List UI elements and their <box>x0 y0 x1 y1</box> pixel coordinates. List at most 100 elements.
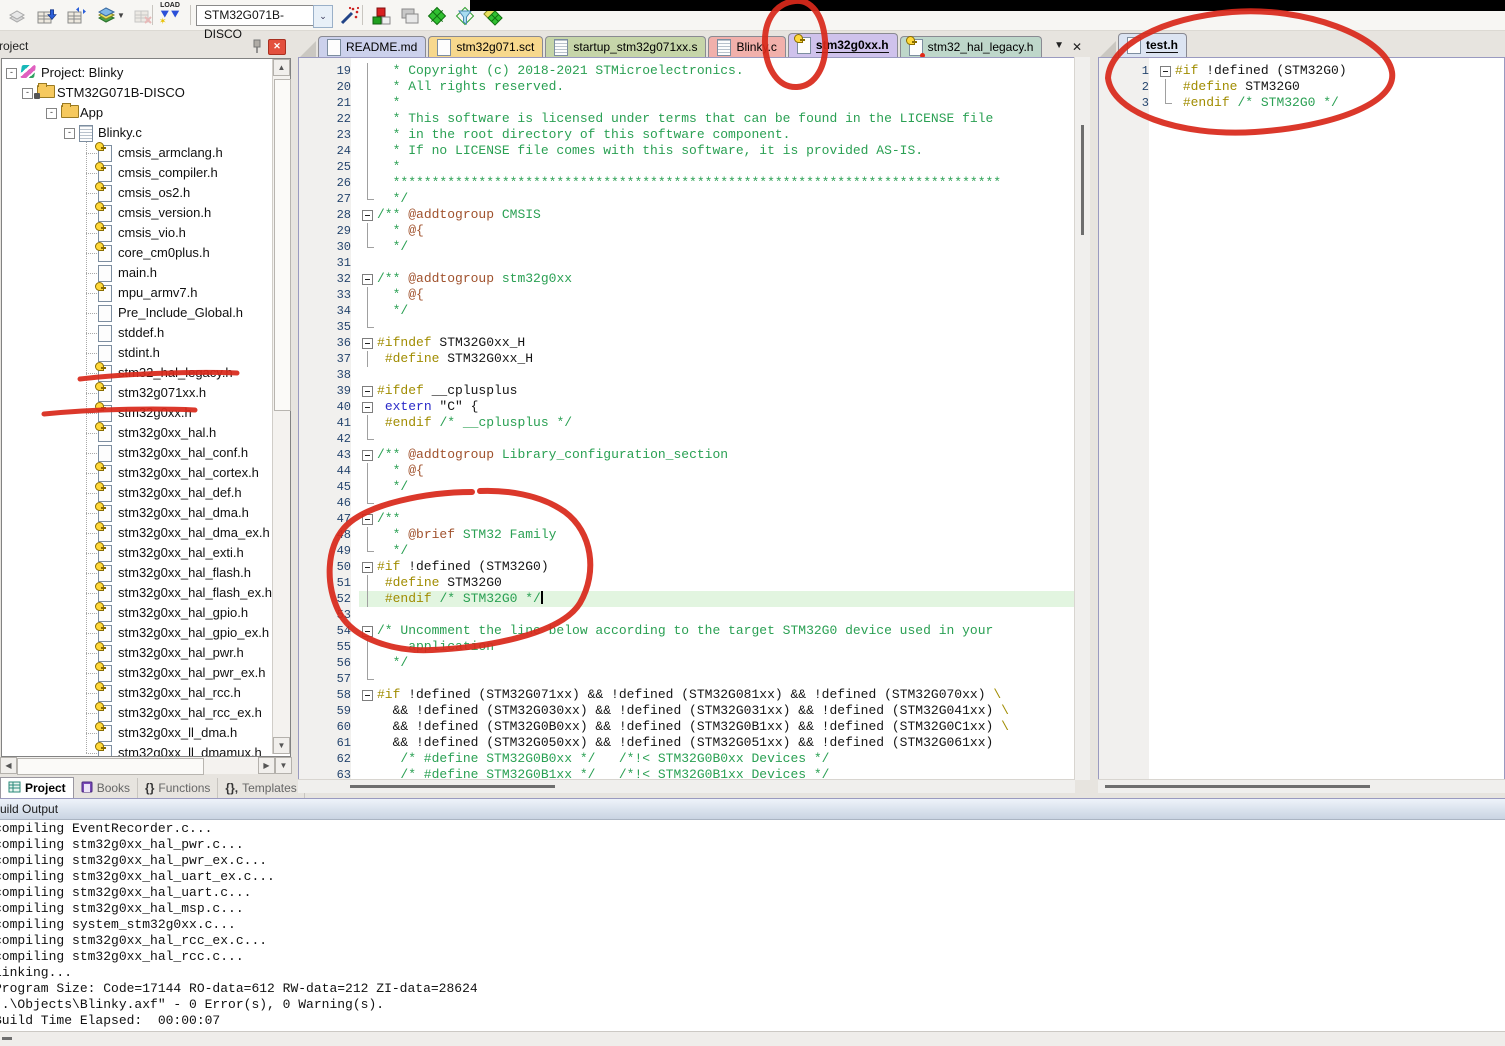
tab-readme-md[interactable]: README.md <box>318 36 426 57</box>
tree-item-stm32g0xx-hal-dma-h[interactable]: stm32g0xx_hal_dma.h <box>2 503 290 523</box>
target-select-drop-icon[interactable]: ⌄ <box>313 5 333 28</box>
tree-item-stm32g0xx-hal-dma-ex-h[interactable]: stm32g0xx_hal_dma_ex.h <box>2 523 290 543</box>
tree-item-app[interactable]: -App <box>2 103 290 123</box>
code-line[interactable]: 37 #define STM32G0xx_H <box>299 351 1074 367</box>
tree-item-stm32g0xx-hal-pwr-h[interactable]: stm32g0xx_hal_pwr.h <box>2 643 290 663</box>
code-line[interactable]: 46 <box>299 495 1074 511</box>
code-line[interactable]: 55 application <box>299 639 1074 655</box>
tree-item-blinky-c[interactable]: -Blinky.c <box>2 123 290 143</box>
code-line[interactable]: 54/* Uncomment the line below according … <box>299 623 1074 639</box>
build-icon[interactable] <box>34 3 60 28</box>
code-line[interactable]: 2 #define STM32G0 <box>1099 79 1504 95</box>
screen-layers-icon[interactable] <box>396 3 422 28</box>
fold-toggle-icon[interactable] <box>359 687 377 703</box>
fold-toggle-icon[interactable] <box>359 511 377 527</box>
tree-item-stm32g0xx-hal-rcc-ex-h[interactable]: stm32g0xx_hal_rcc_ex.h <box>2 703 290 723</box>
tree-item-cmsis-version-h[interactable]: cmsis_version.h <box>2 203 290 223</box>
fold-toggle-icon[interactable] <box>359 623 377 639</box>
code-line[interactable]: 30 */ <box>299 239 1074 255</box>
tree-item-stm32g071b-disco[interactable]: -STM32G071B-DISCO <box>2 83 290 103</box>
tree-item-stm32g0xx-hal-pwr-ex-h[interactable]: stm32g0xx_hal_pwr_ex.h <box>2 663 290 683</box>
tree-item-stm32g071xx-h[interactable]: stm32g071xx.h <box>2 383 290 403</box>
code-line[interactable]: 24 * If no LICENSE file comes with this … <box>299 143 1074 159</box>
tree-item-stm32g0xx-hal-flash-h[interactable]: stm32g0xx_hal_flash.h <box>2 563 290 583</box>
tab-blinky-c[interactable]: Blinky.c <box>708 36 785 57</box>
code-line[interactable]: 62 /* #define STM32G0B0xx */ /*!< STM32G… <box>299 751 1074 767</box>
tree-item-stm32g0xx-hal-h[interactable]: stm32g0xx_hal.h <box>2 423 290 443</box>
tree-item-cmsis-vio-h[interactable]: cmsis_vio.h <box>2 223 290 243</box>
tree-item-pre-include-global-h[interactable]: Pre_Include_Global.h <box>2 303 290 323</box>
editor-hscrollbar[interactable] <box>298 779 1075 793</box>
fold-toggle-icon[interactable] <box>359 383 377 399</box>
tab-stm32g071-sct[interactable]: stm32g071.sct <box>428 36 543 57</box>
code-line[interactable]: 20 * All rights reserved. <box>299 79 1074 95</box>
tree-item-stddef-h[interactable]: stddef.h <box>2 323 290 343</box>
code-line[interactable]: 44 * @{ <box>299 463 1074 479</box>
project-tree[interactable]: -Project: Blinky-STM32G071B-DISCO-App-Bl… <box>1 58 291 757</box>
tree-item-stm32g0xx-hal-cortex-h[interactable]: stm32g0xx_hal_cortex.h <box>2 463 290 483</box>
code-line[interactable]: 39#ifdef __cplusplus <box>299 383 1074 399</box>
options-wand-icon[interactable] <box>336 3 362 28</box>
code-line[interactable]: 26 *************************************… <box>299 175 1074 191</box>
tree-item-stdint-h[interactable]: stdint.h <box>2 343 290 363</box>
code-line[interactable]: 53 <box>299 607 1074 623</box>
code-line[interactable]: 42 <box>299 431 1074 447</box>
tree-item-cmsis-armclang-h[interactable]: cmsis_armclang.h <box>2 143 290 163</box>
tree-item-cmsis-compiler-h[interactable]: cmsis_compiler.h <box>2 163 290 183</box>
tree-item-stm32g0xx-hal-conf-h[interactable]: stm32g0xx_hal_conf.h <box>2 443 290 463</box>
tab-stm32-hal-legacy-h[interactable]: stm32_hal_legacy.h <box>900 36 1043 57</box>
tree-item-mpu-armv7-h[interactable]: mpu_armv7.h <box>2 283 290 303</box>
manage-components-icon[interactable] <box>368 3 394 28</box>
code-line[interactable]: 25 * <box>299 159 1074 175</box>
panel-tab-books[interactable]: Books <box>74 778 138 798</box>
tree-item-stm32g0xx-hal-rcc-h[interactable]: stm32g0xx_hal_rcc.h <box>2 683 290 703</box>
code-line[interactable]: 28/** @addtogroup CMSIS <box>299 207 1074 223</box>
editor-hscrollbar[interactable] <box>1098 779 1505 793</box>
code-editor[interactable]: 19 * Copyright (c) 2018-2021 STMicroelec… <box>298 57 1075 780</box>
tree-item-stm32g0xx-hal-exti-h[interactable]: stm32g0xx_hal_exti.h <box>2 543 290 563</box>
tree-item-stm32-hal-legacy-h[interactable]: stm32_hal_legacy.h <box>2 363 290 383</box>
build-output-hscrollbar[interactable] <box>0 1031 1505 1046</box>
code-line[interactable]: 49 */ <box>299 543 1074 559</box>
translate-icon[interactable] <box>4 3 30 28</box>
close-panel-button[interactable]: ✕ <box>268 39 286 55</box>
code-line[interactable]: 41 #endif /* __cplusplus */ <box>299 415 1074 431</box>
batch-build-caret-icon[interactable]: ▼ <box>116 3 126 28</box>
tree-collapse-icon[interactable]: - <box>46 108 57 119</box>
code-line[interactable]: 35 <box>299 319 1074 335</box>
tab-list-dropdown-icon[interactable]: ▼ <box>1054 40 1064 51</box>
code-line[interactable]: 31 <box>299 255 1074 271</box>
code-line[interactable]: 57 <box>299 671 1074 687</box>
tree-item-stm32g0xx-ll-dma-h[interactable]: stm32g0xx_ll_dma.h <box>2 723 290 743</box>
tree-item-cmsis-os2-h[interactable]: cmsis_os2.h <box>2 183 290 203</box>
panel-tab-project[interactable]: Project <box>0 777 74 798</box>
code-line[interactable]: 43/** @addtogroup Library_configuration_… <box>299 447 1074 463</box>
tree-item-stm32g0xx-hal-def-h[interactable]: stm32g0xx_hal_def.h <box>2 483 290 503</box>
code-line[interactable]: 22 * This software is licensed under ter… <box>299 111 1074 127</box>
tab-startup-stm32g071xx-s[interactable]: startup_stm32g071xx.s <box>545 36 706 57</box>
tree-item-main-h[interactable]: main.h <box>2 263 290 283</box>
code-line[interactable]: 29 * @{ <box>299 223 1074 239</box>
tab-test-h[interactable]: test.h <box>1118 33 1187 57</box>
fold-toggle-icon[interactable] <box>359 207 377 223</box>
code-editor[interactable]: 1#if !defined (STM32G0)2 #define STM32G0… <box>1098 57 1505 780</box>
pin-icon[interactable] <box>250 38 264 54</box>
code-line[interactable]: 58#if !defined (STM32G071xx) && !defined… <box>299 687 1074 703</box>
fold-toggle-icon[interactable] <box>359 559 377 575</box>
code-line[interactable]: 61 && !defined (STM32G050xx) && !defined… <box>299 735 1074 751</box>
tree-item-core-cm0plus-h[interactable]: core_cm0plus.h <box>2 243 290 263</box>
panel-tab-templates[interactable]: {},Templates <box>218 778 304 798</box>
fold-toggle-icon[interactable] <box>359 271 377 287</box>
editor-vscrollbar[interactable] <box>1074 57 1090 780</box>
load-button[interactable]: LOAD ⯆⯆ ✶ <box>156 2 184 29</box>
rebuild-icon[interactable] <box>64 3 90 28</box>
tree-item-project-blinky[interactable]: -Project: Blinky <box>2 63 290 83</box>
code-line[interactable]: 40 extern "C" { <box>299 399 1074 415</box>
code-line[interactable]: 27 */ <box>299 191 1074 207</box>
code-line[interactable]: 48 * @brief STM32 Family <box>299 527 1074 543</box>
tree-item-stm32g0xx-hal-gpio-h[interactable]: stm32g0xx_hal_gpio.h <box>2 603 290 623</box>
code-line[interactable]: 19 * Copyright (c) 2018-2021 STMicroelec… <box>299 63 1074 79</box>
pack-installer-icon[interactable] <box>424 3 450 28</box>
code-line[interactable]: 56 */ <box>299 655 1074 671</box>
code-line[interactable]: 36#ifndef STM32G0xx_H <box>299 335 1074 351</box>
